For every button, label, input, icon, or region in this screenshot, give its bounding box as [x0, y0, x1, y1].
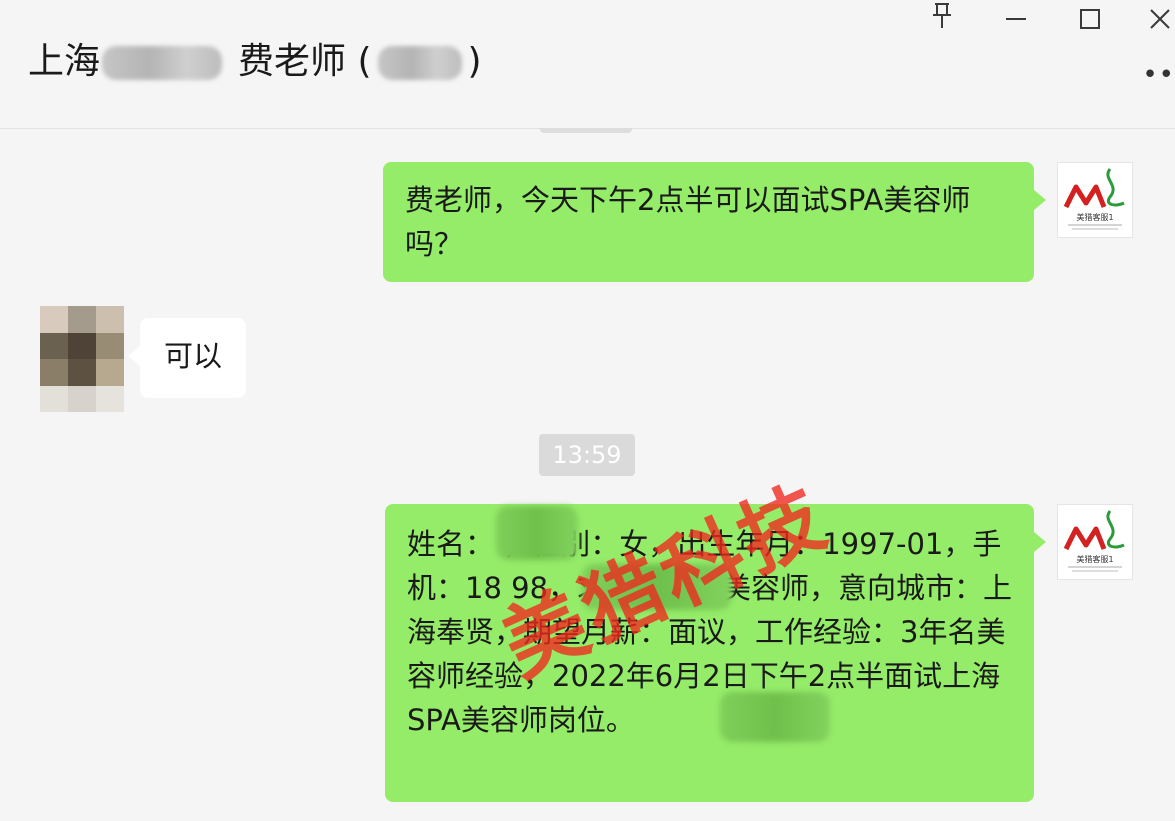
pin-button[interactable] — [922, 2, 962, 42]
redacted-phone-blur — [582, 564, 732, 610]
message-timestamp: 13:59 — [539, 434, 635, 476]
avatar-logo-sender[interactable]: 美猎客服1 — [1057, 162, 1133, 238]
redacted-name-blur — [496, 506, 578, 560]
minimize-icon — [1006, 18, 1026, 20]
close-icon — [1150, 9, 1170, 29]
redacted-name-blur — [102, 46, 223, 80]
redacted-company-blur — [377, 46, 462, 80]
message-bubble-outgoing[interactable]: 姓名： ，性别：女，出生年月：1997-01，手机：18 98，求职岗位：美容师… — [385, 504, 1034, 802]
bubble-tail — [1034, 190, 1046, 210]
title-name: 费老师 ( — [238, 41, 372, 82]
bubble-tail — [1034, 532, 1046, 552]
title-suffix: ) — [467, 41, 482, 82]
close-button[interactable] — [1140, 2, 1175, 42]
maximize-icon — [1080, 9, 1100, 29]
redacted-company-blur — [720, 692, 830, 742]
message-bubble-incoming[interactable]: 可以 — [140, 318, 246, 398]
more-options-button[interactable]: •• — [1139, 60, 1175, 90]
maximize-button[interactable] — [1070, 2, 1110, 42]
message-text: 姓名： ，性别：女，出生年月：1997-01，手机：18 98，求职岗位：美容师… — [407, 527, 1013, 737]
ml-logo-icon: 美猎客服1 — [1063, 168, 1125, 230]
avatar-logo-sender[interactable]: 美猎客服1 — [1057, 504, 1133, 580]
previous-message-edge — [540, 128, 632, 133]
chat-header: 上海 费老师 () •• — [0, 0, 1175, 129]
bubble-tail — [128, 346, 140, 366]
logo-caption: 美猎客服1 — [1076, 554, 1113, 564]
chat-title: 上海 费老师 () — [28, 36, 482, 88]
ml-logo-icon: 美猎客服1 — [1063, 510, 1125, 572]
avatar-contact[interactable] — [40, 306, 124, 412]
message-text: 费老师，今天下午2点半可以面试SPA美容师吗？ — [405, 183, 971, 261]
pin-icon — [933, 3, 951, 28]
minimize-button[interactable] — [996, 2, 1036, 42]
more-icon: •• — [1142, 60, 1175, 90]
logo-caption: 美猎客服1 — [1076, 212, 1113, 222]
message-text: 可以 — [164, 339, 223, 373]
message-bubble-outgoing[interactable]: 费老师，今天下午2点半可以面试SPA美容师吗？ — [383, 162, 1034, 282]
title-prefix: 上海 — [28, 41, 101, 82]
